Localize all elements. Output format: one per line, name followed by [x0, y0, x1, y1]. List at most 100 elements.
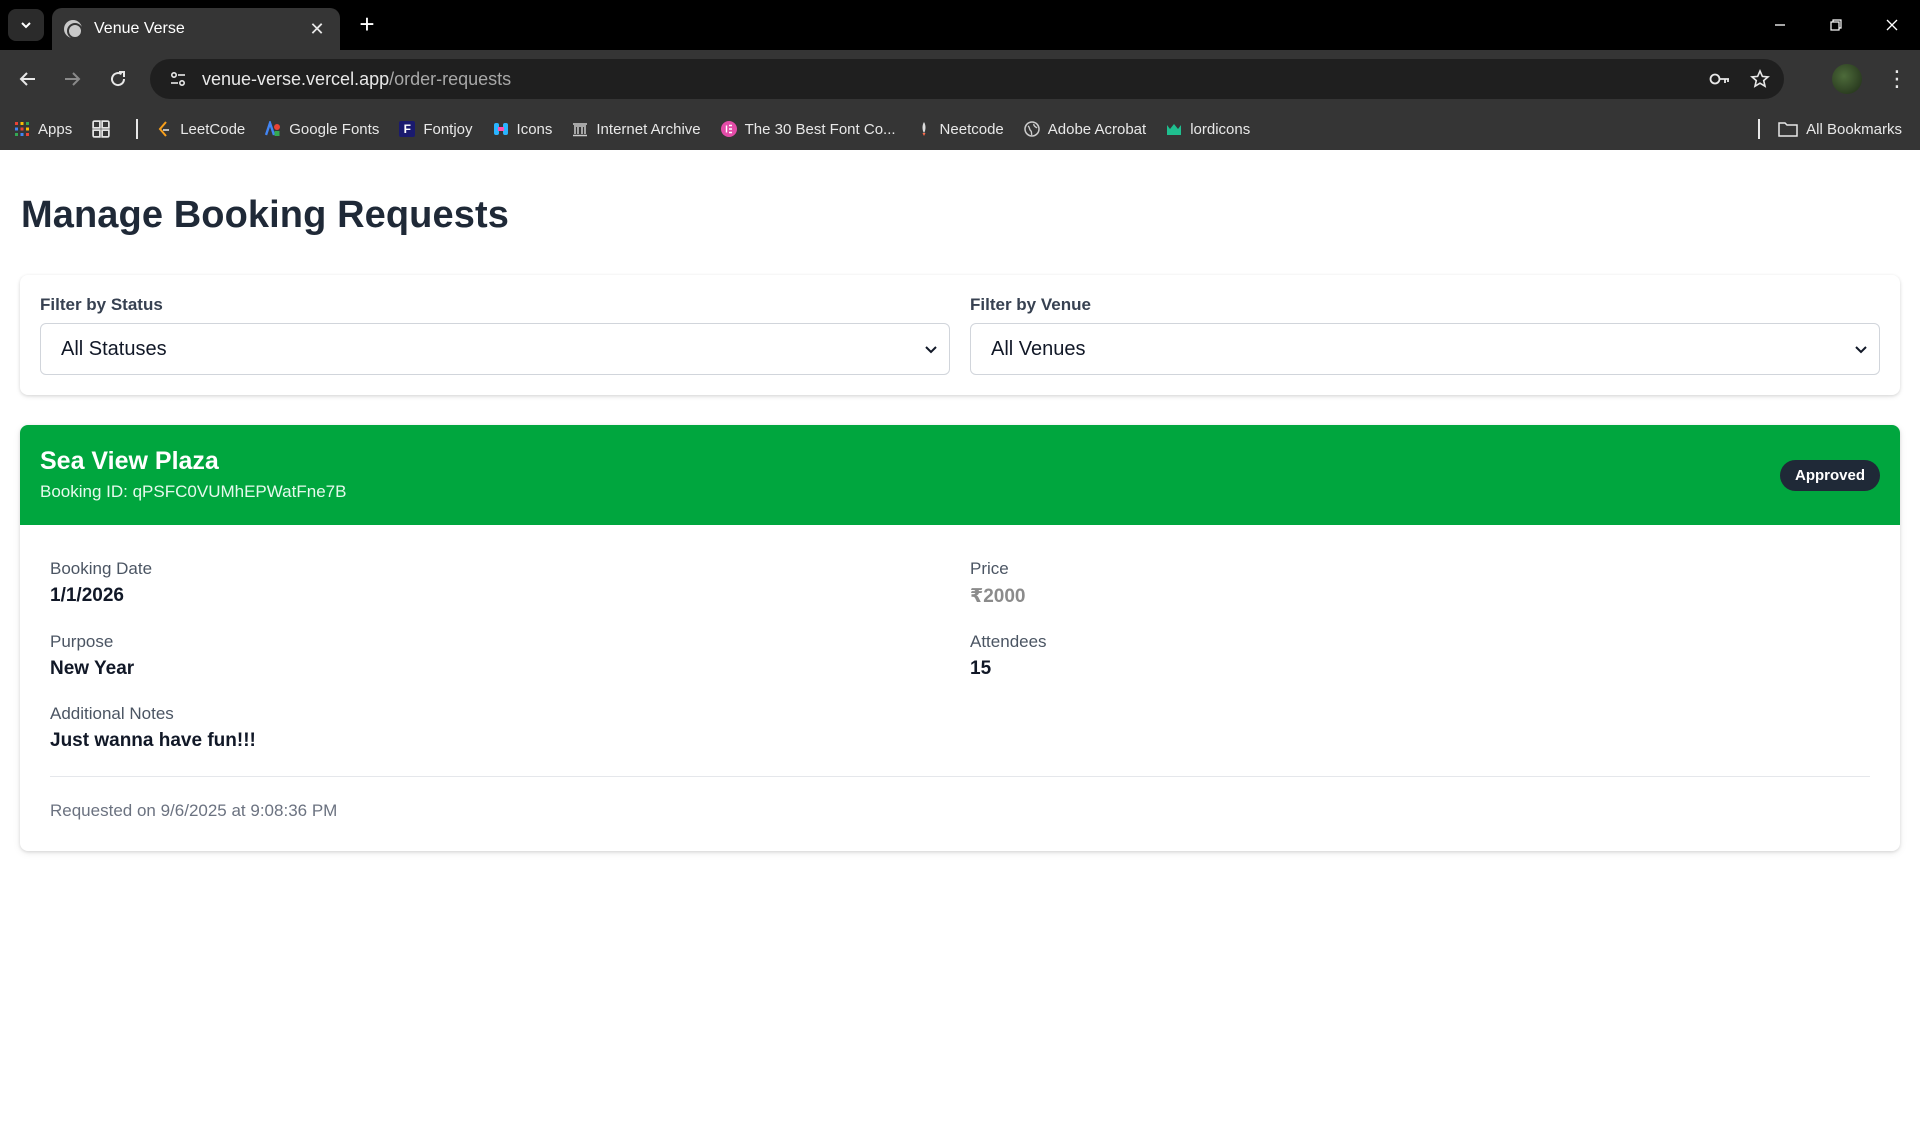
bookmark-tab-groups[interactable]	[92, 120, 118, 138]
bookmark-neetcode[interactable]: Neetcode	[916, 121, 1004, 138]
tab-favicon-icon	[64, 20, 83, 39]
bookmark-label: Icons	[516, 120, 553, 138]
bookmark-adobe-acrobat[interactable]: Adobe Acrobat	[1024, 121, 1146, 138]
page-title: Manage Booking Requests	[21, 194, 509, 236]
booking-card-header: Sea View Plaza Booking ID: qPSFC0VUMhEPW…	[20, 425, 1900, 525]
bookmark-label: LeetCode	[180, 120, 246, 138]
back-button[interactable]	[8, 59, 48, 99]
bookmark-google-fonts[interactable]: Google Fonts	[265, 121, 379, 138]
bookmark-leetcode[interactable]: LeetCode	[156, 121, 245, 138]
close-icon	[1886, 19, 1898, 31]
address-bar-actions	[1708, 59, 1770, 99]
bookmarks-bar: Apps LeetCode Google Fonts F Fontjoy Ico…	[0, 108, 1920, 150]
all-bookmarks[interactable]: All Bookmarks	[1754, 108, 1902, 150]
booking-details-grid: Booking Date 1/1/2026 Price ₹2000 Purpos…	[50, 559, 1870, 704]
close-window-button[interactable]	[1864, 0, 1920, 50]
bookmark-fontjoy[interactable]: F Fontjoy	[399, 120, 473, 138]
notes-field: Additional Notes Just wanna have fun!!!	[50, 704, 1870, 752]
reload-button[interactable]	[98, 59, 138, 99]
profile-avatar[interactable]	[1832, 64, 1862, 94]
neetcode-icon	[922, 122, 926, 136]
restore-button[interactable]	[1808, 0, 1864, 50]
chevron-down-icon	[1855, 346, 1867, 354]
status-select[interactable]: All Statuses	[40, 323, 950, 375]
minimize-icon	[1775, 24, 1785, 26]
tab-search-button[interactable]	[8, 9, 44, 41]
bookmark-lordicons[interactable]: lordicons	[1166, 121, 1250, 138]
attendees-label: Attendees	[970, 632, 1047, 651]
status-filter: Filter by Status All Statuses	[40, 295, 950, 375]
notes-value: Just wanna have fun!!!	[50, 730, 256, 751]
folder-icon	[1778, 122, 1798, 137]
all-bookmarks-label: All Bookmarks	[1806, 120, 1902, 138]
booking-id: Booking ID: qPSFC0VUMhEPWatFne7B	[40, 482, 347, 501]
purpose-value: New Year	[50, 658, 135, 679]
status-select-value: All Statuses	[61, 337, 167, 360]
address-bar[interactable]: venue-verse.vercel.app/order-requests	[150, 59, 1784, 99]
toolbar-right: ⋮	[1832, 50, 1920, 108]
window-controls	[1752, 0, 1920, 50]
purpose-field: Purpose New Year	[50, 632, 950, 680]
url-host: venue-verse.vercel.app	[202, 68, 390, 89]
star-icon[interactable]	[1750, 69, 1770, 89]
bookmark-label: lordicons	[1190, 120, 1251, 138]
price-value: ₹2000	[970, 586, 1026, 607]
forward-button[interactable]	[52, 59, 92, 99]
attendees-value: 15	[970, 658, 992, 679]
status-filter-label: Filter by Status	[40, 295, 163, 314]
key-icon[interactable]	[1708, 69, 1732, 89]
bookmark-icons[interactable]: Icons	[493, 120, 553, 138]
icons8-icon	[493, 123, 508, 135]
purpose-label: Purpose	[50, 632, 114, 651]
venue-select[interactable]: All Venues	[970, 323, 1880, 375]
site-info-icon[interactable]	[164, 65, 192, 93]
bookmark-label: Google Fonts	[289, 120, 380, 138]
globe-icon	[1024, 121, 1040, 137]
google-fonts-icon	[265, 121, 281, 136]
bookmark-label: Apps	[38, 120, 73, 138]
reload-icon	[111, 71, 126, 87]
venue-select-value: All Venues	[991, 337, 1086, 360]
arrow-right-icon	[65, 72, 81, 86]
tab-groups-icon	[92, 120, 110, 138]
filter-card: Filter by Status All Statuses Filter by …	[20, 275, 1900, 395]
attendees-field: Attendees 15	[970, 632, 1870, 680]
browser-tab[interactable]: Venue Verse ✕	[52, 8, 340, 50]
venue-filter: Filter by Venue All Venues	[970, 295, 1880, 375]
url-text: venue-verse.vercel.app/order-requests	[202, 69, 511, 90]
bookmark-label: Neetcode	[939, 120, 1004, 138]
leetcode-icon	[158, 121, 170, 137]
booking-date-field: Booking Date 1/1/2026	[50, 559, 950, 608]
minimize-button[interactable]	[1752, 0, 1808, 50]
bookmark-apps[interactable]: Apps	[14, 121, 72, 138]
chevron-down-icon	[21, 22, 31, 29]
booking-date-value: 1/1/2026	[50, 585, 124, 606]
arrow-left-icon	[19, 72, 35, 86]
booking-card: Sea View Plaza Booking ID: qPSFC0VUMhEPW…	[20, 425, 1900, 851]
tab-title: Venue Verse	[94, 20, 185, 37]
chevron-down-icon	[925, 346, 937, 354]
bookmarks-separator	[136, 119, 139, 139]
bookmark-30-best-fonts[interactable]: The 30 Best Font Co...	[720, 120, 896, 138]
price-field: Price ₹2000	[970, 559, 1870, 608]
apps-grid-icon	[15, 122, 29, 136]
browser-menu-icon[interactable]: ⋮	[1882, 64, 1912, 94]
lordicon-icon	[1167, 124, 1182, 135]
bookmark-label: The 30 Best Font Co...	[744, 120, 896, 138]
browser-toolbar: venue-verse.vercel.app/order-requests ⋮	[0, 50, 1920, 108]
booking-date-label: Booking Date	[50, 559, 153, 578]
venue-filter-label: Filter by Venue	[970, 295, 1091, 314]
new-tab-button[interactable]: +	[352, 10, 382, 40]
bookmark-label: Fontjoy	[423, 120, 473, 138]
venue-name: Sea View Plaza	[40, 447, 219, 475]
fontjoy-icon: F	[399, 121, 416, 137]
url-path: /order-requests	[389, 68, 512, 89]
status-badge: Approved	[1779, 460, 1880, 491]
requested-timestamp: Requested on 9/6/2025 at 9:08:36 PM	[50, 801, 338, 820]
archive-icon	[573, 123, 588, 137]
booking-card-body: Booking Date 1/1/2026 Price ₹2000 Purpos…	[20, 525, 1900, 851]
close-tab-icon[interactable]: ✕	[308, 19, 326, 40]
bookmark-internet-archive[interactable]: Internet Archive	[572, 121, 701, 138]
elementor-icon	[720, 121, 737, 137]
price-label: Price	[970, 559, 1009, 578]
